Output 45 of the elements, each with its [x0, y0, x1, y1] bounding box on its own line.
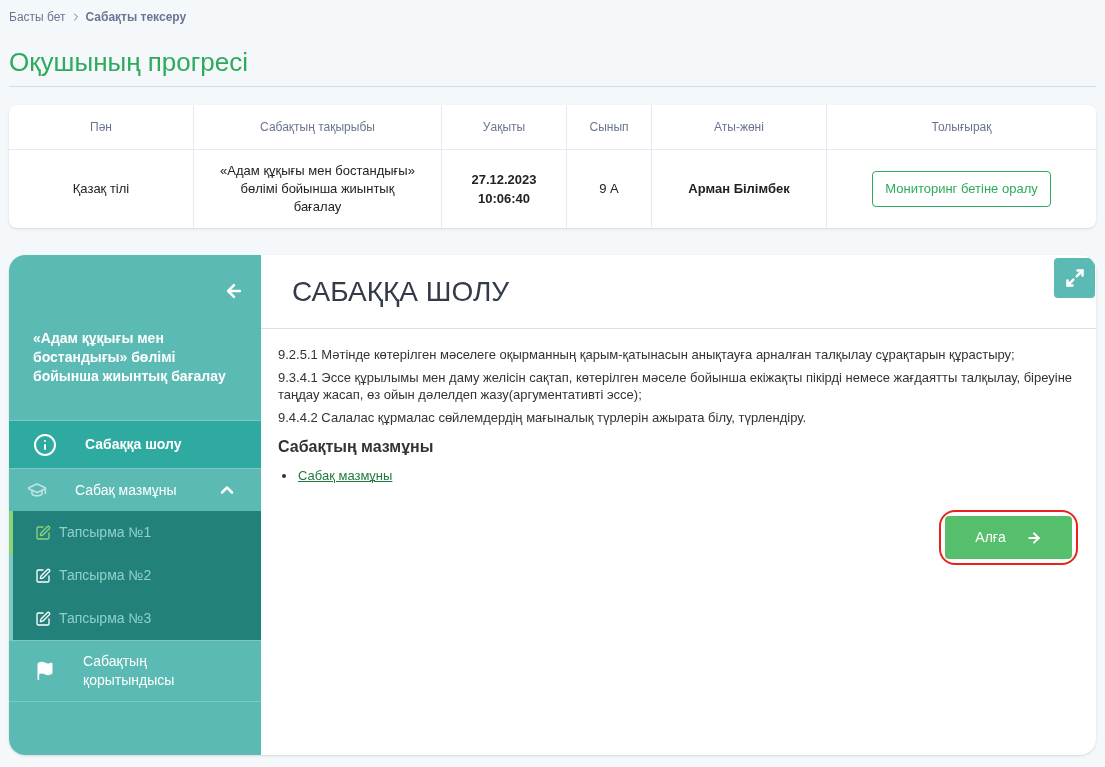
table-cell: Қазақ тілі — [9, 150, 194, 228]
column-header: Уақыты — [442, 105, 567, 149]
task-item[interactable]: Тапсырма №1 — [9, 511, 261, 554]
table-cell: 9 А — [567, 150, 652, 228]
objective-text: 9.2.5.1 Мәтінде көтерілген мәселеге оқырманның қарым-қатынасын анықтауға арналған талқылау сұрақтарын құрастыру; — [278, 346, 1016, 363]
graduation-cap-icon — [27, 480, 47, 500]
sidebar-item[interactable]: Сабақтың қорытындысы — [9, 641, 261, 701]
task-item[interactable]: Тапсырма №3 — [9, 597, 261, 640]
table-cell: Арман Білімбек — [652, 150, 827, 228]
breadcrumb-link[interactable]: Басты бет — [9, 8, 66, 26]
column-header: Сабақтың тақырыбы — [194, 105, 442, 149]
edit-icon — [35, 610, 51, 627]
content-heading: Сабақтың мазмұны — [278, 438, 435, 455]
section-heading: САБАҚҚА ШОЛУ — [261, 255, 1096, 329]
task-label: Тапсырма №1 — [59, 523, 152, 542]
sidebar-item[interactable]: Сабаққа шолу — [9, 421, 261, 468]
content-link[interactable]: Сабақ мазмұны — [298, 467, 393, 484]
sidebar-item-label: Сабаққа шолу — [84, 435, 183, 454]
task-label: Тапсырма №2 — [59, 566, 152, 585]
column-header: Сынып — [567, 105, 652, 149]
return-button[interactable]: Мониторинг бетіне оралу — [872, 171, 1051, 207]
bullet-icon — [282, 473, 286, 478]
info-icon — [33, 432, 57, 457]
objective-text: 9.4.4.2 Салалас құрмалас сөйлемдердің мағыналық түрлерін ажырата білу, түрлендіру. — [278, 409, 808, 426]
sidebar-item-label: Сабақ мазмұны — [74, 480, 178, 500]
edit-icon — [35, 567, 51, 584]
flag-icon — [35, 661, 55, 681]
sidebar-item-label: Сабақтың қорытындысы — [82, 652, 176, 690]
next-button[interactable]: Алға — [945, 516, 1072, 559]
sidebar-item[interactable]: Сабақ мазмұны — [9, 469, 261, 511]
task-item[interactable]: Тапсырма №2 — [9, 554, 261, 597]
breadcrumb-link[interactable]: Сабақты тексеру — [85, 8, 187, 26]
expand-icon — [1064, 268, 1085, 288]
column-header: Аты-жөні — [652, 105, 827, 149]
lesson-title: «Адам құқығы мен бостандығы» бөлімі бойынша жиынтық бағалау — [32, 329, 227, 386]
objective-text: 9.3.4.1 Эссе құрылымы мен даму желісін сақтап, көтерілген мәселе бойынша екіжақты пікірді немесе жағдаятты талқылау, біреуіне таңдау жасап, өз ойын дәлелдеп жазу(аргументативті эссе); — [278, 369, 1074, 403]
column-header: Пән — [9, 105, 194, 149]
page-title: Оқушының прогресі — [9, 43, 1096, 87]
edit-icon — [35, 524, 51, 541]
back-arrow-icon[interactable] — [224, 281, 244, 301]
column-header: Толығырақ — [930, 119, 993, 136]
table-cell: 27.12.2023 10:06:40 — [442, 150, 567, 228]
table-cell: «Адам құқығы мен бостандығы» бөлімі бойынша жиынтық бағалау — [194, 150, 442, 228]
task-label: Тапсырма №3 — [59, 609, 152, 628]
expand-button[interactable] — [1054, 258, 1095, 298]
